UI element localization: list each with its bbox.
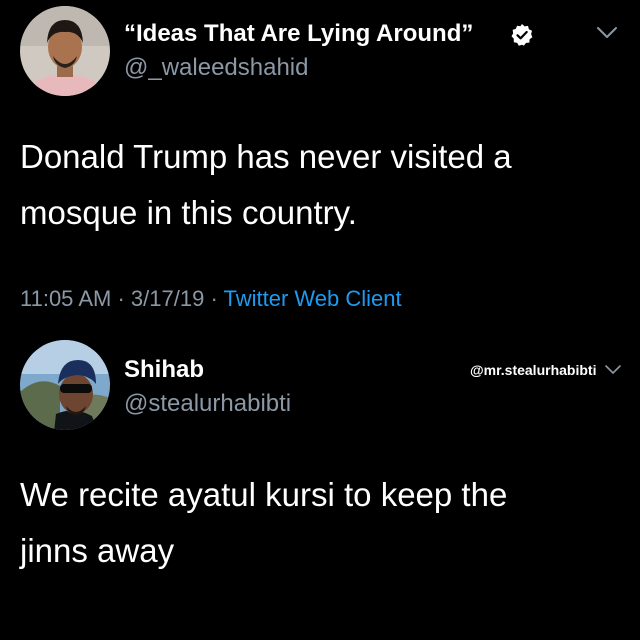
tweet-client-link[interactable]: Twitter Web Client xyxy=(223,286,401,311)
tweet-time[interactable]: 11:05 AM xyxy=(20,286,111,311)
reply-author-avatar[interactable] xyxy=(20,340,110,430)
reply-text-line-1: We recite ayatul kursi to keep the xyxy=(20,476,508,513)
tweet-text-line-2: mosque in this country. xyxy=(20,194,357,231)
reply-author-handle[interactable]: @stealurhabibti xyxy=(124,390,291,418)
watermark-handle: @mr.stealurhabibti xyxy=(470,362,597,378)
tweet-author-avatar[interactable] xyxy=(20,6,110,96)
tweet-author-display-name[interactable]: “Ideas That Are Lying Around” xyxy=(124,20,473,48)
tweet-meta: 11:05 AM · 3/17/19 · Twitter Web Client xyxy=(20,286,402,312)
reply-author-display-name[interactable]: Shihab xyxy=(124,356,204,384)
meta-separator: · xyxy=(210,286,218,311)
meta-separator: · xyxy=(117,286,125,311)
reply-text-line-2: jinns away xyxy=(20,532,175,569)
verified-badge-icon xyxy=(511,24,533,46)
tweet-menu-chevron-down-icon[interactable] xyxy=(596,26,618,40)
reply-menu-chevron-down-icon[interactable] xyxy=(604,364,622,376)
tweet-author-handle[interactable]: @_waleedshahid xyxy=(124,54,309,82)
tweet-text-line-1: Donald Trump has never visited a xyxy=(20,138,512,175)
tweet-date[interactable]: 3/17/19 xyxy=(131,286,204,311)
